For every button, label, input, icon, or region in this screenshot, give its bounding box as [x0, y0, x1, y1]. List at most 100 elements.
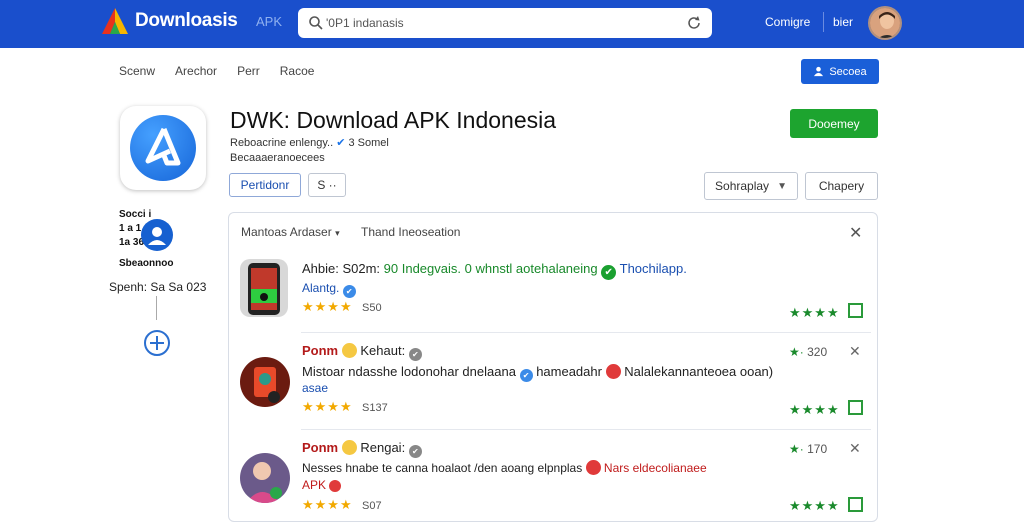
more-button[interactable]: S ·· [308, 173, 346, 197]
brand-logo-icon[interactable] [100, 6, 130, 36]
sort-label: Sohraplay [715, 179, 770, 193]
rating-count: S50 [362, 302, 382, 314]
user-link[interactable]: bier [833, 15, 853, 29]
filter-dropdown[interactable]: Mantoas Ardaser ▾ [241, 225, 340, 239]
side-label: Spenh: Sa Sa 023 [109, 280, 207, 294]
app-icon [120, 106, 206, 190]
rating-stars: ★★★★ [302, 299, 353, 314]
review-text: Nesses hnabe te canna hoalaot /den aoang… [302, 460, 707, 475]
side-avatar[interactable] [141, 219, 173, 251]
review-avatar[interactable] [240, 453, 290, 503]
badge-icon: ✔ [408, 445, 422, 458]
panel-subtitle: Thand Ineoseation [361, 225, 461, 239]
review-body: Mistoar ndasshe lodonohar dnelaana [302, 364, 516, 379]
close-icon[interactable]: ✕ [849, 223, 862, 243]
search-input[interactable] [326, 13, 666, 33]
app-logo-icon [145, 127, 181, 166]
review-tag: Rengai: [360, 440, 406, 455]
close-icon[interactable]: ✕ [849, 343, 861, 360]
vote-count: ★· 170 [789, 442, 827, 456]
review-title: Ahbie: S02m: 90 Indegvais. 0 whnstl aote… [302, 261, 687, 280]
avatar[interactable] [868, 6, 902, 40]
review-body: hameadahr [536, 364, 602, 379]
refresh-icon[interactable] [686, 15, 702, 31]
side-stat: Sbeaonnoo [119, 258, 174, 269]
review-avatar[interactable] [240, 357, 290, 407]
verified-icon: ✔ [519, 369, 533, 382]
verified-label: 3 Somel [348, 137, 389, 149]
verified-icon: ✔ [342, 285, 356, 298]
review-title: Ponm Rengai: ✔ [302, 440, 422, 458]
category-button[interactable]: Chapery [805, 172, 878, 200]
source-label: Alantg. [302, 281, 340, 295]
sort-dropdown[interactable]: Sohraplay ▼ [704, 172, 798, 200]
review-author: Ponm [302, 343, 339, 358]
heart-icon [605, 364, 621, 379]
review-title: Ponm Kehaut: ✔ [302, 343, 422, 361]
select-checkbox[interactable] [848, 497, 863, 512]
reviews-panel: Mantoas Ardaser ▾ Thand Ineoseation ✕ Ah… [228, 212, 878, 522]
subnav-item[interactable]: Scenw [119, 64, 155, 78]
vote-number: 170 [807, 442, 828, 456]
review-source[interactable]: asae [302, 381, 328, 395]
review-body: Nesses hnabe te canna hoalaot /den aoang… [302, 461, 583, 475]
person-avatar-icon [240, 453, 290, 503]
chevron-down-icon: ▾ [335, 228, 340, 238]
heart-icon [585, 460, 601, 475]
chevron-down-icon: ▼ [777, 180, 787, 192]
select-checkbox[interactable] [848, 400, 863, 415]
vote-stars: ★· [789, 442, 804, 456]
smile-icon [341, 440, 357, 455]
app-title: DWK: Download APK Indonesia [230, 107, 557, 133]
side-stat: 1 a 1 [119, 223, 142, 234]
add-icon[interactable] [144, 330, 170, 356]
subnav-item[interactable]: Arechor [175, 64, 217, 78]
review-tag: Kehaut: [360, 343, 406, 358]
subnav-item[interactable]: Racoe [280, 64, 315, 78]
smile-icon [341, 343, 357, 358]
developer-name[interactable]: Reboacrine enlengy.. [230, 137, 333, 149]
side-divider [156, 296, 157, 320]
rating-stars: ★★★★ [302, 497, 353, 512]
top-divider [823, 12, 824, 32]
sign-in-button[interactable]: Secoea [801, 59, 879, 84]
rating-stars: ★★★★ [302, 399, 353, 414]
verified-icon: ✔ [336, 137, 346, 149]
vote-number: 320 [807, 345, 828, 359]
avatar-photo-icon [870, 8, 900, 38]
vote-count: ★· 320 [789, 345, 827, 359]
badge-icon: ✔ [408, 348, 422, 361]
rating-count: S137 [362, 402, 388, 414]
user-icon [814, 66, 824, 77]
review-tag: 90 Indegvais. [383, 261, 461, 276]
vote-stars: ★· [789, 345, 804, 359]
close-icon[interactable]: ✕ [849, 440, 861, 457]
compare-link[interactable]: Comigre [765, 15, 810, 29]
profile-icon [148, 227, 166, 245]
review-link: Thochilapp. [619, 261, 687, 276]
review-text: Mistoar ndasshe lodonohar dnelaana ✔ ham… [302, 364, 773, 382]
apk-tab[interactable]: APK [256, 14, 282, 29]
review-author: Ahbie: S02m: [302, 261, 384, 276]
brand-name[interactable]: Downloasis [135, 10, 238, 32]
review-text: 0 whnstl aotehalaneing [464, 261, 598, 276]
follow-button[interactable]: Pertidonr [229, 173, 301, 197]
app-developer: Reboacrine enlengy.. ✔ 3 Somel [230, 136, 389, 149]
filter-label: Mantoas Ardaser [241, 225, 332, 239]
search-bar[interactable] [298, 8, 712, 38]
helpful-stars: ★★★★ [789, 402, 840, 417]
heart-icon [329, 480, 342, 492]
sub-navigation: Scenw Arechor Perr Racoe [119, 64, 334, 78]
subnav-item[interactable]: Perr [237, 64, 260, 78]
download-button[interactable]: Dooemey [790, 109, 878, 138]
check-icon: ✔ [601, 265, 617, 280]
review-source[interactable]: Alantg. ✔ [302, 281, 356, 298]
select-checkbox[interactable] [848, 303, 863, 318]
phone-image-icon [240, 259, 288, 317]
source-label: APK [302, 478, 327, 492]
review-source[interactable]: APK [302, 478, 342, 492]
review-thumbnail[interactable] [240, 259, 288, 317]
sign-in-label: Secoea [829, 65, 867, 78]
review-body: Nars eldecolianaee [603, 461, 707, 475]
helpful-stars: ★★★★ [789, 305, 840, 320]
